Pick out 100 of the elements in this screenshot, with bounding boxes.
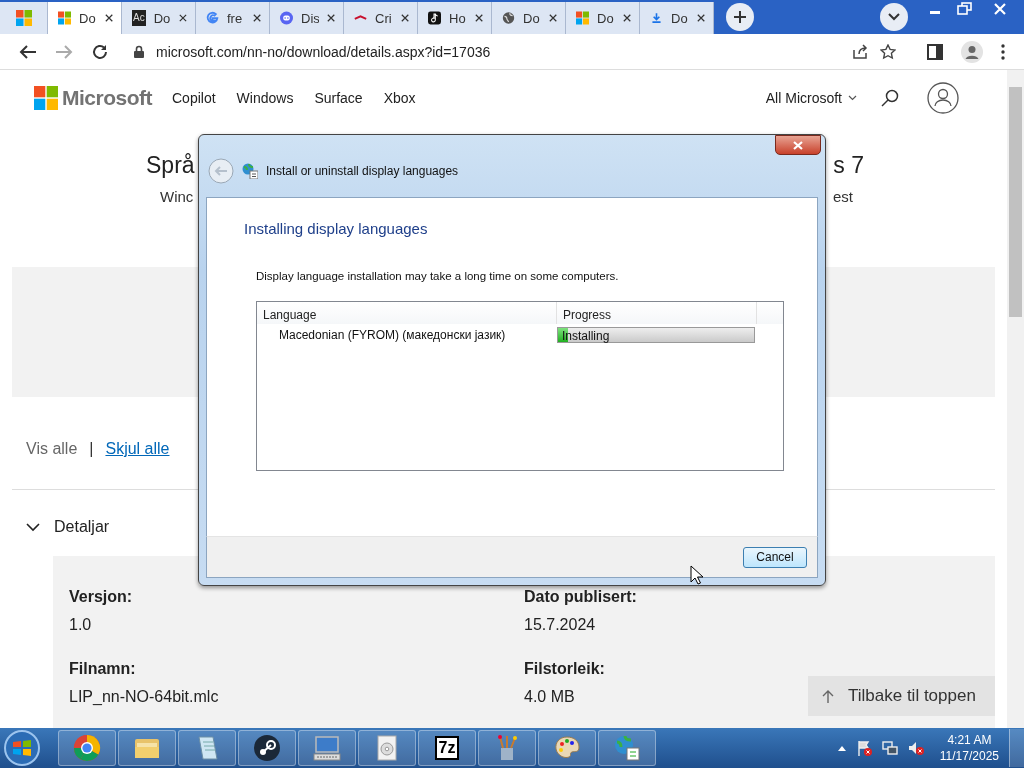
flag-warning-icon[interactable]	[855, 740, 872, 756]
new-tab-button[interactable]	[726, 3, 754, 31]
tab-title: Do	[79, 10, 97, 26]
page-heading: Språ	[146, 152, 195, 179]
search-icon[interactable]	[881, 89, 899, 107]
clock-time[interactable]: 4:21 AM	[939, 732, 999, 748]
field-value: 1.0	[69, 616, 92, 634]
reload-icon[interactable]	[91, 42, 109, 61]
globe-list-icon	[242, 163, 258, 179]
separator-text: |	[89, 440, 94, 458]
music-note-icon	[428, 10, 441, 26]
tab-title: Do	[523, 10, 541, 26]
column-header[interactable]: Progress	[557, 302, 757, 324]
profile-icon[interactable]	[961, 40, 983, 63]
speaker-muted-icon[interactable]	[907, 740, 924, 756]
browser-tab[interactable]: Dis	[270, 2, 344, 34]
steam-logo-icon	[253, 734, 281, 762]
browser-tab[interactable]: Do	[492, 2, 566, 34]
field-label: Filstorleik:	[524, 660, 605, 678]
close-icon[interactable]	[252, 13, 261, 23]
close-icon	[793, 140, 803, 150]
dialog-message: Display language installation may take a long time on some computers.	[256, 270, 620, 282]
field-label: Dato publisert:	[524, 588, 637, 606]
chevron-down-icon	[888, 13, 900, 21]
scrollbar[interactable]	[1007, 70, 1024, 728]
nav-link[interactable]: Windows	[236, 90, 294, 106]
close-icon[interactable]	[696, 13, 705, 23]
star-icon[interactable]	[880, 43, 896, 60]
plus-icon	[733, 10, 747, 24]
browser-tab[interactable]: Do	[566, 2, 640, 34]
field-label: Filnamn:	[69, 660, 136, 678]
close-icon[interactable]	[548, 13, 557, 23]
windows-logo-icon	[58, 10, 71, 26]
tab-title: Ho	[449, 10, 467, 26]
cancel-button[interactable]: Cancel	[743, 546, 807, 568]
browser-tab[interactable]	[0, 2, 48, 34]
browser-tab[interactable]: Cri	[344, 2, 418, 34]
chat-bubble-icon	[280, 10, 293, 26]
subtitle-text: est	[833, 188, 853, 205]
up-arrow-icon[interactable]	[837, 745, 846, 751]
account-icon[interactable]	[927, 82, 959, 114]
tab-title: Do	[153, 10, 172, 26]
nav-link[interactable]: Surface	[314, 90, 363, 106]
download-icon	[650, 10, 663, 26]
taskbar-button[interactable]	[238, 730, 296, 766]
url-text: microsoft.com/nn-no/download/details.aspx?id=17036	[156, 43, 491, 60]
back-arrow-icon[interactable]	[19, 43, 37, 60]
close-icon[interactable]	[474, 13, 483, 23]
close-icon[interactable]	[179, 13, 187, 23]
subtitle-text: Winc	[160, 188, 194, 205]
network-icon[interactable]	[881, 740, 898, 756]
browser-tab[interactable]: Do	[640, 2, 714, 34]
nav-link[interactable]: Xbox	[383, 90, 416, 106]
nav-link[interactable]: Copilot	[172, 90, 216, 106]
browser-tab[interactable]: fre	[196, 2, 270, 34]
share-icon[interactable]	[852, 43, 868, 60]
window-title: Install or uninstall display languages	[266, 164, 459, 178]
windows-logo-icon	[15, 10, 32, 26]
lock-icon	[134, 45, 144, 58]
side-panel-icon[interactable]	[927, 43, 943, 60]
start-button-icon[interactable]	[2, 728, 42, 768]
chevron-down-icon	[848, 95, 857, 101]
language-name: Macedonian (FYROM) (македонски јазик)	[278, 328, 507, 342]
dialog-heading: Installing display languages	[244, 220, 429, 237]
tab-title: Dis	[301, 10, 319, 26]
tab-title: Do	[597, 10, 615, 26]
logo-icon: 7z	[434, 736, 460, 760]
chrome-logo-icon	[73, 734, 101, 762]
page-heading: s 7	[833, 152, 864, 179]
tab-title: Cri	[375, 10, 393, 26]
tab-search-button[interactable]	[880, 3, 908, 31]
clock-date[interactable]: 11/17/2025	[939, 748, 999, 764]
close-button[interactable]	[775, 135, 821, 155]
menu-icon[interactable]	[1001, 43, 1005, 60]
address-bar[interactable]: microsoft.com/nn-no/download/details.aspx?id=17036	[126, 37, 912, 66]
tab-title: fre	[227, 10, 244, 26]
column-header[interactable]: Language	[257, 302, 557, 324]
close-icon[interactable]	[326, 13, 335, 23]
browser-tab[interactable]: Ac Do	[122, 2, 196, 34]
back-to-top-button[interactable]: Tilbake til toppen	[808, 676, 995, 716]
field-value: LIP_nn-NO-64bit.mlc	[69, 688, 219, 706]
computer-icon	[313, 734, 341, 762]
hide-all-link[interactable]: Skjul alle	[105, 440, 170, 458]
logo-icon: Ac	[132, 10, 146, 26]
close-icon[interactable]	[400, 13, 409, 23]
all-microsoft-menu[interactable]: All Microsoft	[765, 90, 857, 106]
g-logo-icon	[206, 10, 219, 26]
taskbar-button[interactable]: 7z	[418, 730, 476, 766]
close-icon[interactable]	[622, 13, 631, 23]
browser-tab[interactable]: Ho	[418, 2, 492, 34]
logo-text[interactable]: Microsoft	[62, 86, 152, 110]
windows-logo-icon	[34, 86, 58, 110]
globe-list-icon	[613, 734, 641, 762]
browser-tab[interactable]: Do	[48, 2, 122, 34]
close-icon[interactable]	[104, 13, 113, 23]
field-value: 4.0 MB	[524, 688, 575, 706]
show-all-text: Vis alle	[26, 440, 78, 458]
show-desktop-button[interactable]	[1009, 729, 1024, 767]
mouse-cursor-icon	[690, 565, 703, 585]
field-value: 15.7.2024	[524, 616, 596, 634]
